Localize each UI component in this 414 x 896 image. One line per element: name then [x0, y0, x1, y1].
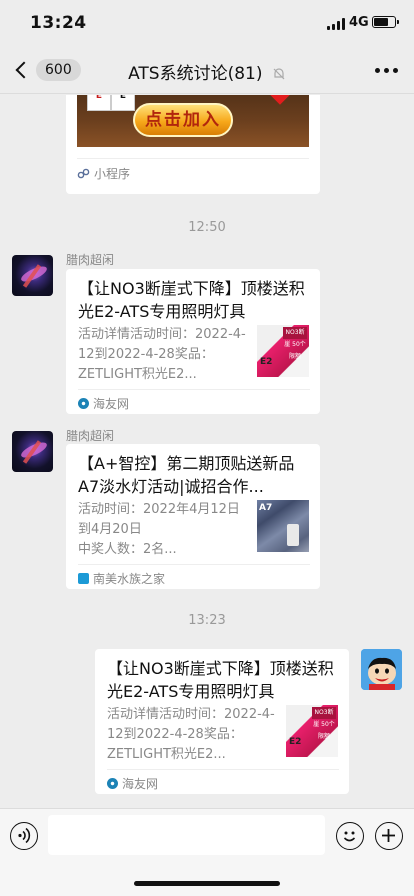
chat-title-wrapper: ATS系统讨论(81) [0, 59, 414, 84]
avatar[interactable] [12, 255, 53, 296]
smile-icon [343, 831, 356, 842]
playing-card: RE [111, 95, 135, 111]
timestamp: 13:23 [188, 613, 226, 628]
link-source-name: 海友网 [122, 777, 159, 791]
voice-icon [18, 827, 31, 844]
signal-icon [327, 18, 345, 30]
cartoon-avatar-icon [361, 649, 402, 690]
nanmei-logo-icon [78, 573, 89, 584]
link-card[interactable]: 【让NO3断崖式下降】顶楼送积光E2-ATS专用照明灯具 活动详情活动时间：20… [66, 269, 320, 414]
join-button[interactable]: 点击加入 [133, 103, 233, 137]
nav-bar: 600 ATS系统讨论(81) [0, 46, 414, 94]
more-dots-icon [375, 68, 380, 73]
link-thumbnail: A7 [257, 500, 309, 552]
link-title: 【让NO3断崖式下降】顶楼送积光E2-ATS专用照明灯具 [107, 659, 334, 701]
thumbnail-tag: A7 [259, 503, 273, 513]
more-button[interactable] [375, 68, 398, 73]
mini-program-preview: RE RE 点击加入 [77, 95, 309, 147]
avatar[interactable] [12, 431, 53, 472]
chat-area[interactable]: RE RE 点击加入 小程序 12:50 腊肉超闲 【让NO3断崖式下降】顶楼送… [0, 95, 414, 807]
thumbnail-caption: NO3断崖 50个限额 [312, 707, 336, 740]
link-card[interactable]: 【A+智控】第二期顶贴送新品A7淡水灯活动|诚招合作... 活动时间：2022年… [66, 444, 320, 589]
link-source-name: 海友网 [93, 397, 130, 411]
message-input[interactable] [48, 815, 325, 855]
mini-program-icon [77, 168, 90, 179]
link-title: 【让NO3断崖式下降】顶楼送积光E2-ATS专用照明灯具 [78, 279, 305, 321]
link-description: 活动详情活动时间：2022-4-12到2022-4-28奖品：ZETLIGHT积… [107, 707, 275, 762]
timestamp: 12:50 [188, 220, 226, 235]
avatar[interactable] [361, 649, 402, 690]
haiyou-logo-icon [78, 398, 89, 409]
battery-icon [372, 16, 399, 28]
link-thumbnail: NO3断崖 50个限额 E2 [286, 705, 338, 757]
link-description: 活动详情活动时间：2022-4-12到2022-4-28奖品：ZETLIGHT积… [78, 327, 246, 382]
link-description: 活动时间：2022年4月12日到4月20日 中奖人数：2名... [78, 502, 240, 557]
mini-program-footer: 小程序 [77, 158, 309, 182]
link-source-name: 南美水族之家 [93, 572, 166, 586]
thumbnail-caption: NO3断崖 50个限额 [283, 327, 307, 360]
network-type: 4G [349, 15, 369, 30]
status-time: 13:24 [30, 13, 87, 33]
bell-off-icon [273, 68, 285, 80]
sender-name: 腊肉超闲 [66, 429, 115, 443]
thumbnail-tag: E2 [260, 357, 273, 367]
link-source: 海友网 [107, 769, 339, 792]
thumbnail-tag: E2 [289, 737, 302, 747]
link-card[interactable]: 【让NO3断崖式下降】顶楼送积光E2-ATS专用照明灯具 活动详情活动时间：20… [95, 649, 349, 794]
voice-button[interactable] [10, 822, 38, 850]
plus-button[interactable] [375, 822, 403, 850]
diamond-icon [267, 95, 293, 105]
link-source: 南美水族之家 [78, 564, 310, 587]
sender-name: 腊肉超闲 [66, 253, 115, 267]
chat-title: ATS系统讨论(81) [128, 64, 263, 84]
link-title: 【A+智控】第二期顶贴送新品A7淡水灯活动|诚招合作... [78, 454, 295, 496]
plus-circle-icon [382, 829, 395, 842]
playing-card: RE [87, 95, 111, 111]
link-source: 海友网 [78, 389, 310, 412]
link-thumbnail: NO3断崖 50个限额 E2 [257, 325, 309, 377]
haiyou-logo-icon [107, 778, 118, 789]
home-indicator [134, 881, 280, 886]
mini-program-card[interactable]: RE RE 点击加入 小程序 [66, 95, 320, 194]
emoji-button[interactable] [336, 822, 364, 850]
status-bar: 13:24 4G [0, 0, 414, 46]
thumbnail-device [287, 524, 299, 546]
mini-program-label: 小程序 [94, 167, 131, 181]
